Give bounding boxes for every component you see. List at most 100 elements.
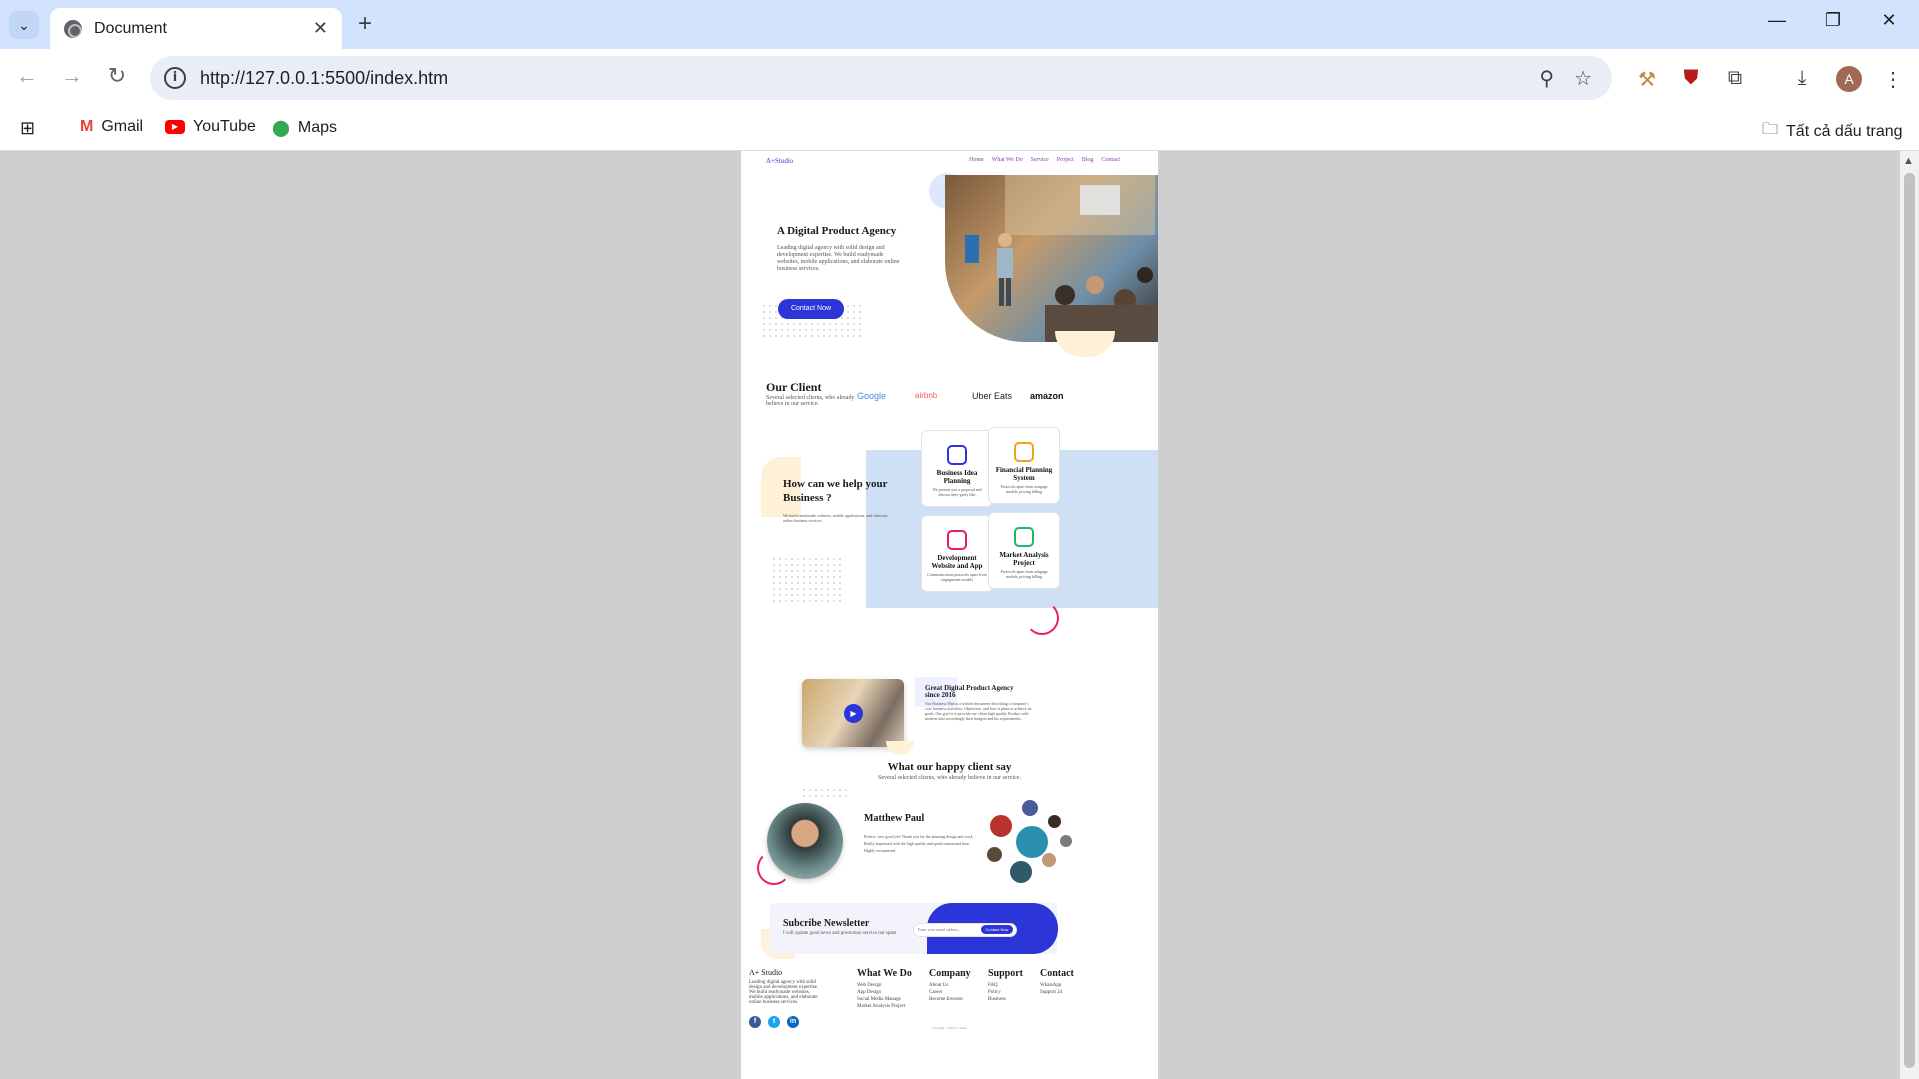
newsletter-contact-button[interactable]: Contact Now [981, 925, 1013, 934]
ublock-icon[interactable]: ⛊ [1678, 67, 1704, 90]
footer-link[interactable]: About Us [929, 982, 971, 989]
nav-home[interactable]: Home [969, 157, 984, 163]
hero-description: Leading digital agency with solid design… [777, 245, 900, 272]
extensions-puzzle-icon[interactable]: ⧉ [1722, 67, 1748, 90]
url-text[interactable]: http://127.0.0.1:5500/index.htm [200, 68, 1539, 89]
footer-link[interactable]: Policy [988, 989, 1023, 996]
hero-photo [945, 175, 1158, 342]
service-card-development[interactable]: Development Website and App Communicatio… [921, 515, 993, 592]
download-icon[interactable]: ⤓ [1789, 67, 1815, 90]
bookmark-maps[interactable]: ⬤ Maps [272, 118, 337, 138]
tab-title: Document [94, 19, 167, 37]
footer-column-support: Support FAQ Policy Business [988, 968, 1023, 1003]
footer-link[interactable]: App Design [857, 989, 912, 996]
about-description: Our Business Plan is a written document … [925, 701, 1032, 721]
copyright-text: Copyright © 2022 A+ Studio [932, 1026, 967, 1030]
all-bookmarks-button[interactable]: 🗀 Tất cả dấu trang [1762, 118, 1903, 145]
footer-heading: Contact [1040, 968, 1074, 979]
contact-now-button[interactable]: Contact Now [778, 299, 844, 319]
clients-title: Our Client [766, 380, 822, 394]
bookmark-youtube[interactable]: ▶ YouTube [165, 118, 256, 136]
menu-kebab-icon[interactable]: ⋮ [1880, 67, 1906, 92]
nav-blog[interactable]: Blog [1082, 157, 1094, 163]
close-tab-icon[interactable]: ✕ [313, 18, 328, 39]
restore-button[interactable]: ❐ [1818, 10, 1848, 31]
footer-link[interactable]: Support 24 [1040, 989, 1074, 996]
new-tab-button[interactable]: + [352, 10, 378, 38]
all-bookmarks-label: Tất cả dấu trang [1786, 122, 1903, 140]
forward-button[interactable]: → [57, 63, 87, 89]
nav-service[interactable]: Service [1031, 157, 1049, 163]
scroll-thumb[interactable] [1904, 173, 1915, 1068]
pink-decor-arc [1025, 601, 1059, 635]
client-avatar[interactable] [1009, 860, 1033, 884]
chevron-down-icon: ⌄ [18, 16, 30, 33]
newsletter-description: I will update good news and promotion se… [783, 931, 897, 936]
dot-pattern [801, 787, 851, 801]
client-name: Matthew Paul [864, 813, 925, 824]
site-nav: Home What We Do Service Project Blog Con… [969, 157, 1120, 163]
minimize-button[interactable]: — [1762, 10, 1792, 31]
reload-button[interactable]: ↻ [102, 63, 132, 89]
footer-link[interactable]: Career [929, 989, 971, 996]
service-card-market-analysis[interactable]: Market Analysis Project Protocols apart … [988, 512, 1060, 589]
client-avatar[interactable] [1059, 834, 1073, 848]
nav-what-we-do[interactable]: What We Do [992, 157, 1023, 163]
card-description: Communication protocols apart from engag… [927, 572, 987, 582]
footer-link[interactable]: Web Design [857, 982, 912, 989]
client-avatar[interactable] [1021, 799, 1039, 817]
nav-project[interactable]: Project [1057, 157, 1074, 163]
page-viewport: A+Studio Home What We Do Service Project… [0, 151, 1900, 1079]
card-title: Market Analysis Project [999, 551, 1049, 567]
code-window-icon [947, 530, 967, 550]
site-info-icon[interactable]: i [164, 67, 186, 89]
footer-link[interactable]: Social Media Manage [857, 996, 912, 1003]
globe-icon [64, 19, 82, 38]
client-avatar[interactable] [1047, 814, 1062, 829]
client-avatar[interactable] [1041, 852, 1057, 868]
client-avatar[interactable] [986, 846, 1003, 863]
tab-document[interactable]: Document ✕ [50, 8, 342, 49]
google-logo: Google [857, 391, 887, 401]
page-scrollbar[interactable]: ▲ [1900, 151, 1919, 1079]
newsletter-title: Subcribe Newsletter [783, 918, 870, 929]
extension-hammer-icon[interactable]: ⚒ [1634, 67, 1660, 92]
client-avatar[interactable] [989, 814, 1013, 838]
bookmark-label: YouTube [193, 118, 256, 135]
footer-brand: A+ Studio [749, 968, 783, 977]
service-card-business-idea[interactable]: Business Idea Planning We present you a … [921, 430, 993, 507]
tab-search-button[interactable]: ⌄ [9, 11, 39, 39]
scroll-up-arrow-icon[interactable]: ▲ [1903, 155, 1914, 167]
video-thumbnail[interactable]: ▶ [802, 679, 904, 747]
nav-contact[interactable]: Contact [1101, 157, 1120, 163]
youtube-icon: ▶ [165, 120, 185, 134]
back-button[interactable]: ← [12, 63, 42, 89]
gmail-icon: M [80, 118, 94, 135]
clients-description: Several selected clients, who already be… [766, 395, 855, 407]
footer-link[interactable]: FAQ [988, 982, 1023, 989]
card-title: Development Website and App [931, 554, 983, 570]
address-bar[interactable]: i http://127.0.0.1:5500/index.htm ⚲ ☆ [150, 56, 1612, 100]
presentation-illustration [965, 175, 1158, 342]
bookmark-star-icon[interactable]: ☆ [1574, 66, 1592, 91]
play-icon[interactable]: ▶ [844, 704, 863, 723]
footer-description: Leading digital agency with solid design… [749, 980, 819, 1005]
footer-column-company: Company About Us Career Become Investor [929, 968, 971, 1003]
footer-link[interactable]: WhatsApp [1040, 982, 1074, 989]
footer-link[interactable]: Business [988, 996, 1023, 1003]
profile-avatar[interactable]: A [1836, 66, 1862, 92]
footer-column-contact: Contact WhatsApp Support 24 [1040, 968, 1074, 996]
pink-decor-arc [757, 851, 791, 885]
footer-link[interactable]: Become Investor [929, 996, 971, 1003]
close-window-button[interactable]: ✕ [1874, 10, 1904, 31]
footer-link[interactable]: Market Analysis Project [857, 1003, 912, 1010]
testimonial-subtitle: Several selected clients, who already be… [878, 775, 1021, 781]
dot-pattern [771, 556, 841, 606]
bookmark-gmail[interactable]: M Gmail [80, 118, 143, 136]
apps-grid-icon[interactable]: ⊞ [20, 118, 35, 139]
service-card-financial[interactable]: Financial Planning System Protocols apar… [988, 427, 1060, 504]
site-logo[interactable]: A+Studio [766, 157, 793, 165]
zoom-icon[interactable]: ⚲ [1539, 66, 1554, 91]
help-description: We build readymade websites, mobile appl… [783, 513, 888, 523]
website-page: A+Studio Home What We Do Service Project… [741, 151, 1158, 1079]
